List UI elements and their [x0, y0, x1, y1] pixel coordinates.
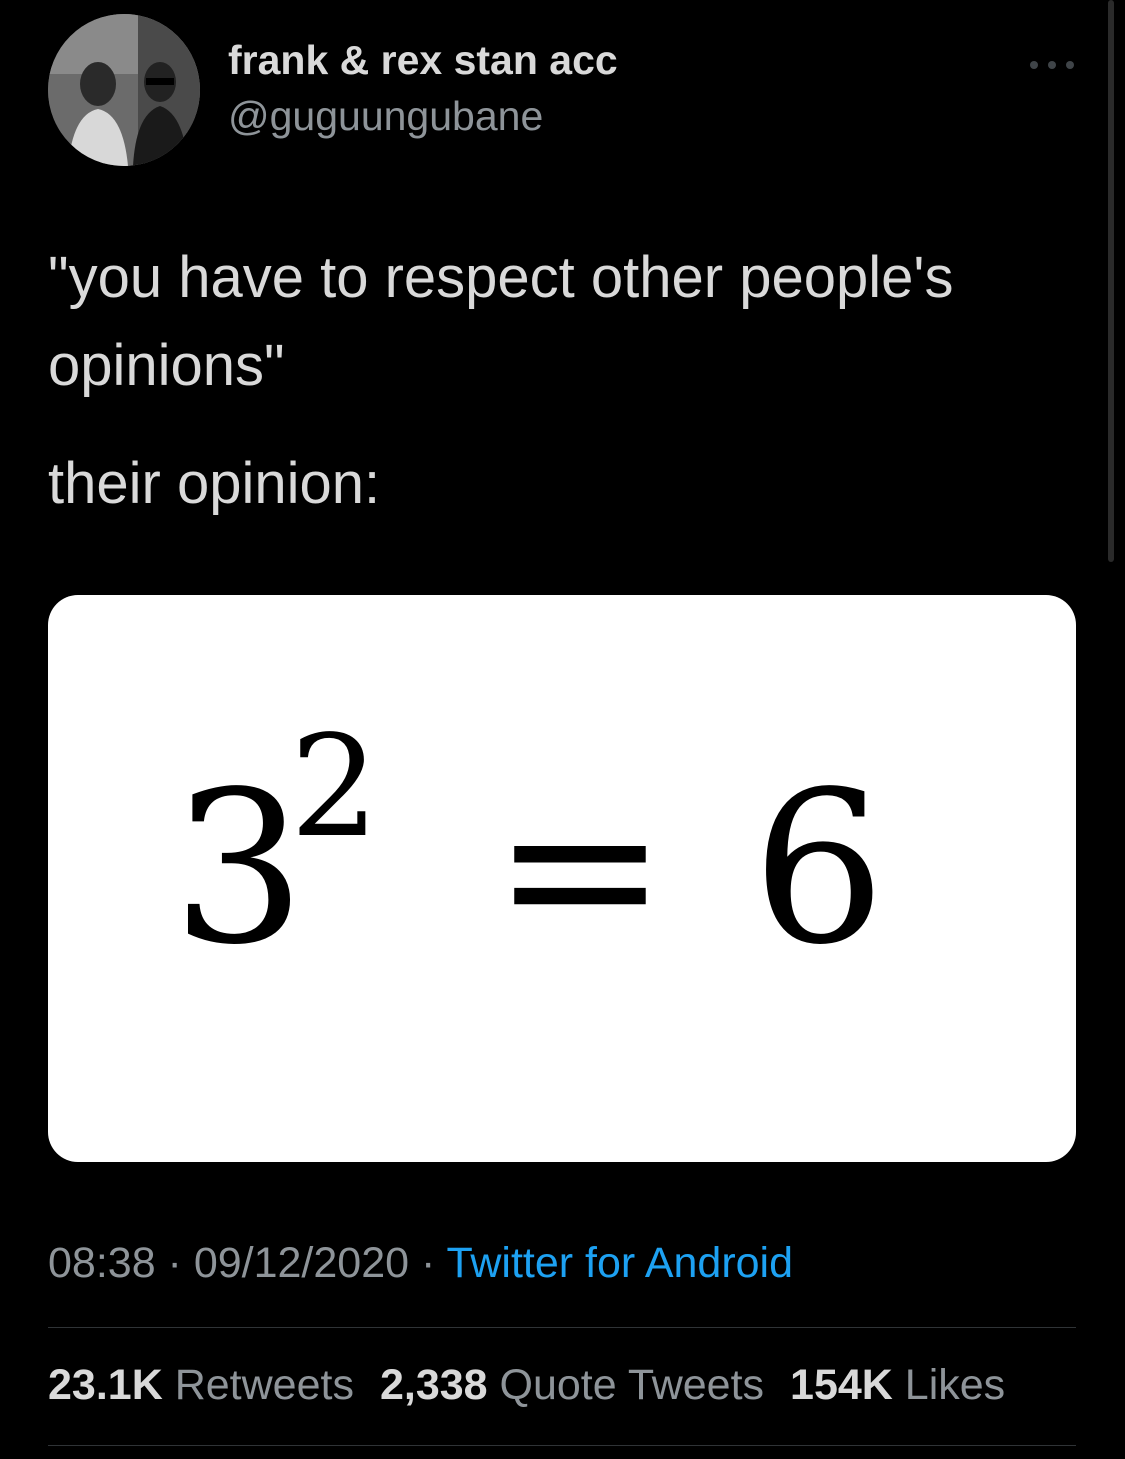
equation-exponent: 2	[290, 706, 380, 869]
equation-base: 3	[172, 746, 306, 991]
retweets-count: 23.1K	[48, 1361, 163, 1409]
avatar[interactable]	[48, 14, 200, 166]
divider	[48, 1327, 1076, 1328]
meta-separator: ·	[155, 1239, 194, 1287]
scrollbar[interactable]	[1108, 0, 1114, 562]
retweets-stat[interactable]: 23.1K Retweets	[48, 1361, 354, 1409]
equation-equals: =	[492, 746, 668, 991]
retweets-label: Retweets	[174, 1361, 354, 1409]
profile-photo-icon	[48, 14, 200, 166]
tweet-source-link[interactable]: Twitter for Android	[446, 1239, 793, 1287]
tweet-text-line: "you have to respect other people's opin…	[48, 245, 954, 398]
author-display-name[interactable]: frank & rex stan acc	[228, 37, 618, 83]
tweet-text: "you have to respect other people's opin…	[48, 234, 1088, 528]
equation-result: 6	[752, 746, 886, 991]
tweet-stats: 23.1K Retweets 2,338 Quote Tweets 154K Lik…	[48, 1361, 1005, 1409]
tweet-time[interactable]: 08:38	[48, 1239, 156, 1287]
quote-tweets-label: Quote Tweets	[499, 1361, 765, 1409]
divider	[48, 1445, 1076, 1446]
likes-stat[interactable]: 154K Likes	[790, 1361, 1005, 1409]
ellipsis-dot	[1066, 61, 1074, 69]
ellipsis-dot	[1030, 61, 1038, 69]
ellipsis-icon[interactable]	[1030, 58, 1074, 72]
tweet-date[interactable]: 09/12/2020	[194, 1239, 409, 1287]
quote-tweets-count: 2,338	[379, 1361, 488, 1409]
ellipsis-dot	[1048, 61, 1056, 69]
meta-separator: ·	[409, 1239, 447, 1287]
likes-label: Likes	[904, 1361, 1006, 1409]
quote-tweets-stat[interactable]: 2,338 Quote Tweets	[380, 1361, 764, 1409]
likes-count: 154K	[790, 1361, 893, 1409]
tweet-meta: 08:38 · 09/12/2020 · Twitter for Android	[48, 1239, 793, 1287]
tweet-text-line: their opinion:	[48, 451, 381, 516]
author-handle[interactable]: @guguungubane	[228, 93, 543, 139]
